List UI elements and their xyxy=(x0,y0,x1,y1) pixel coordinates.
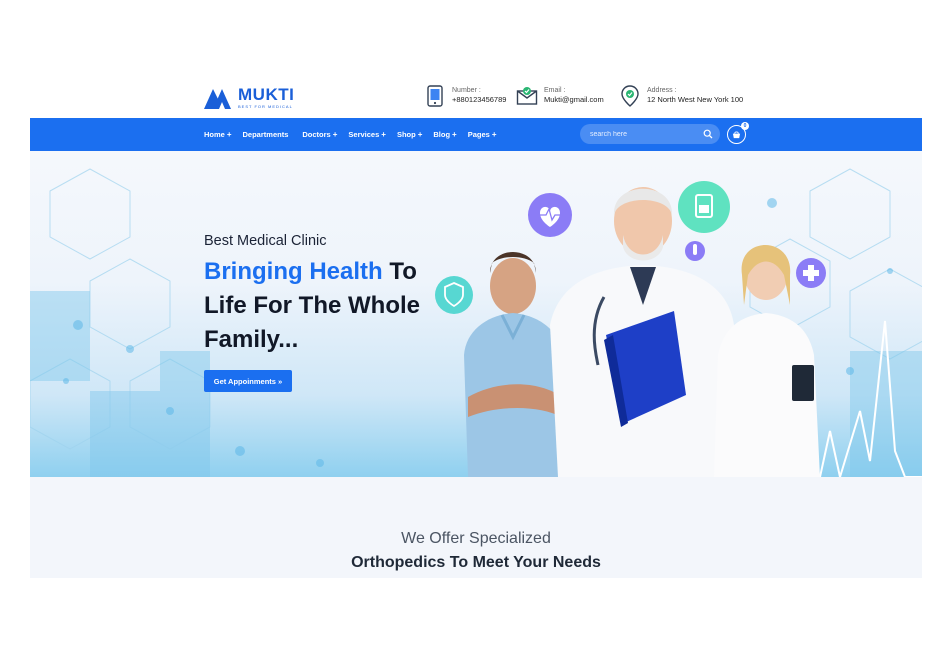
brand-tagline: BEST FOR MEDICAL xyxy=(238,104,293,109)
doctor-left xyxy=(464,252,562,477)
contact-email: Email : Mukti@gmail.com xyxy=(516,85,604,107)
plus-icon: + xyxy=(452,130,457,139)
logo-icon xyxy=(204,88,231,109)
contact-number-label: Number : xyxy=(452,86,481,94)
doctors-photo xyxy=(435,181,826,477)
cart-icon xyxy=(732,131,741,139)
contact-address-value: 12 North West New York 100 xyxy=(647,94,744,104)
cart-button[interactable]: 0 xyxy=(727,122,749,144)
mail-icon xyxy=(516,87,538,105)
search-input[interactable] xyxy=(590,130,700,138)
nav-item-blog[interactable]: Blog + xyxy=(433,130,456,139)
nav-item-doctors[interactable]: Doctors + xyxy=(302,130,337,139)
plus-icon: + xyxy=(381,130,386,139)
search-icon[interactable] xyxy=(703,129,713,139)
nav-item-shop[interactable]: Shop + xyxy=(397,130,422,139)
brand-name: MUKTI xyxy=(238,85,295,104)
nav-item-services[interactable]: Services + xyxy=(348,130,386,139)
nav-item-home[interactable]: Home + xyxy=(204,130,232,139)
iv-drip-icon xyxy=(678,181,730,233)
heart-pulse-icon xyxy=(528,193,572,237)
contact-number: Number : +880123456789 xyxy=(424,85,506,107)
phone-icon xyxy=(427,85,443,107)
thermometer-icon xyxy=(685,241,705,261)
section-subtitle: We Offer Specialized xyxy=(401,530,551,547)
get-appointments-button[interactable]: Get Appoinments » xyxy=(204,370,292,392)
hero-banner: Best Medical Clinic Bringing Health To L… xyxy=(30,151,922,477)
hero-title: Bringing Health To Life For The Whole Fa… xyxy=(204,255,454,357)
plus-icon: + xyxy=(491,130,497,139)
hero-title-highlight: Bringing Health xyxy=(204,258,383,285)
hero-subtitle: Best Medical Clinic xyxy=(204,233,327,249)
logo[interactable]: MUKTI BEST FOR MEDICAL xyxy=(204,86,294,109)
section-title: Orthopedics To Meet Your Needs xyxy=(351,554,601,571)
search-box xyxy=(580,124,720,144)
contact-address-label: Address : xyxy=(647,86,677,94)
plus-icon: + xyxy=(417,130,423,139)
nav-item-departments[interactable]: Departments xyxy=(243,130,289,139)
cart-count-badge: 0 xyxy=(741,122,749,130)
top-header: MUKTI BEST FOR MEDICAL Number : +8801234… xyxy=(30,78,922,118)
page: MUKTI BEST FOR MEDICAL Number : +8801234… xyxy=(0,0,952,655)
plus-icon: + xyxy=(332,130,338,139)
services-section: We Offer Specialized Orthopedics To Meet… xyxy=(30,477,922,578)
contact-address: Address : 12 North West New York 100 xyxy=(619,85,743,107)
contact-number-value: +880123456789 xyxy=(452,94,507,104)
main-nav: Home + Departments Doctors + Services + Sho… xyxy=(30,118,922,151)
medical-cross-icon xyxy=(796,258,826,288)
nav-item-pages[interactable]: Pages + xyxy=(468,130,497,139)
nav-menu: Home + Departments Doctors + Services + Sho… xyxy=(204,118,507,151)
shield-check-icon xyxy=(435,276,473,314)
plus-icon: + xyxy=(226,130,232,139)
contact-email-value[interactable]: Mukti@gmail.com xyxy=(544,95,604,106)
location-pin-icon xyxy=(621,85,639,107)
contact-email-label: Email : xyxy=(544,86,566,94)
